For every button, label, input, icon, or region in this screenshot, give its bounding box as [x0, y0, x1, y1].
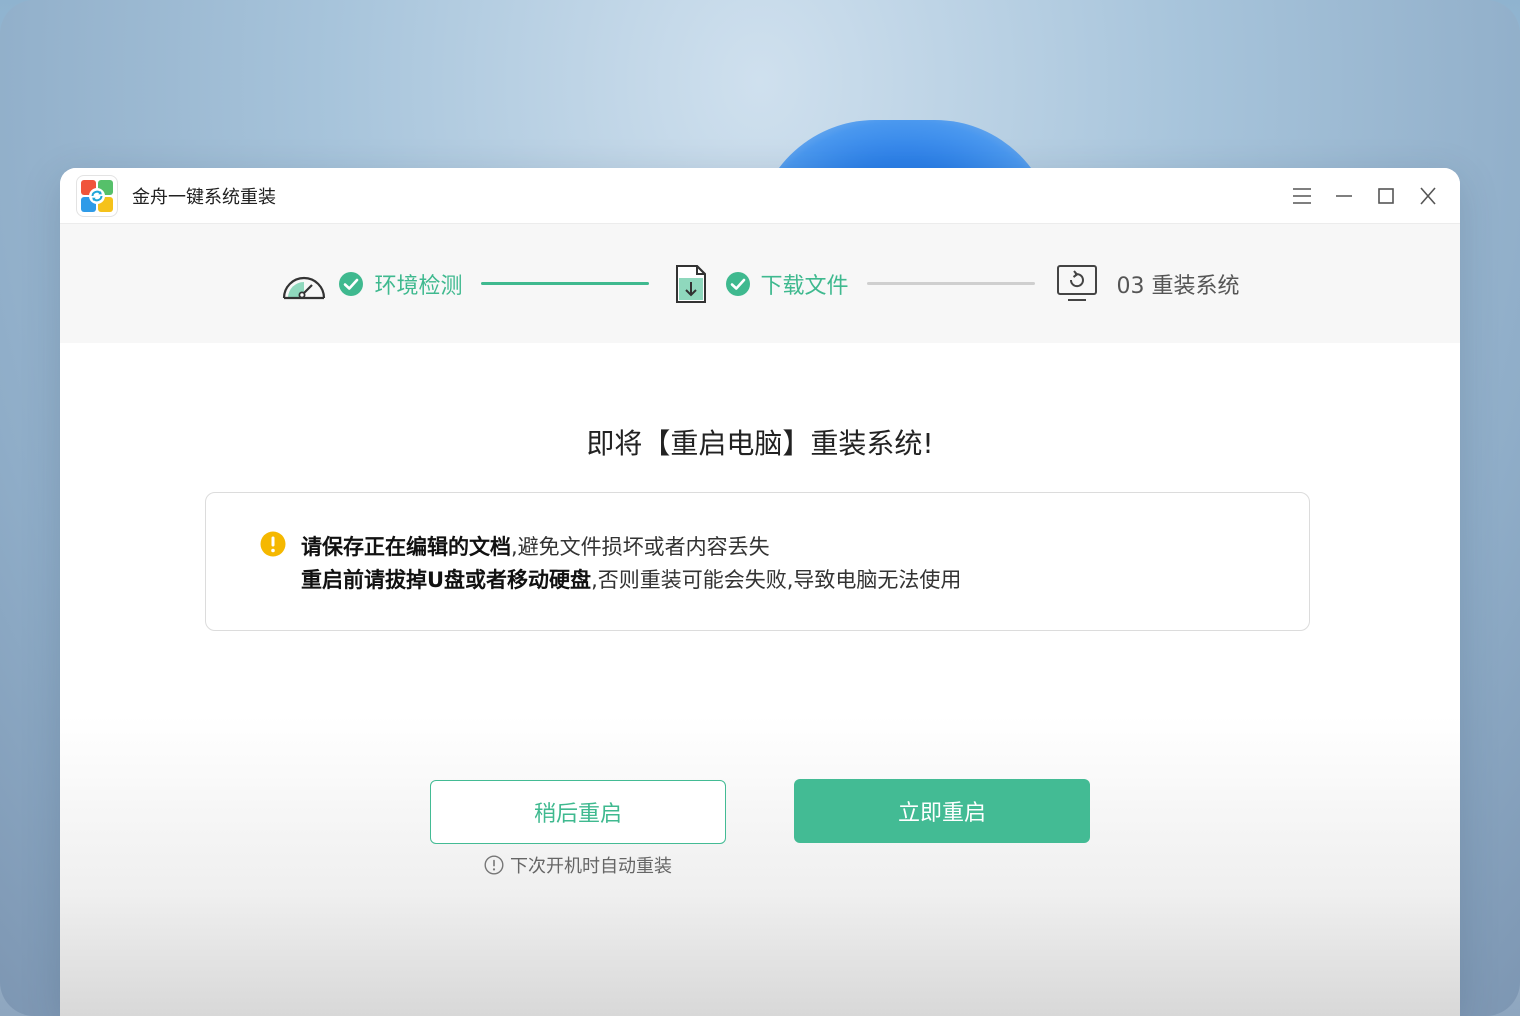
file-download-icon — [667, 262, 715, 306]
info-icon — [484, 855, 504, 875]
restart-later-hint: 下次开机时自动重装 — [484, 852, 672, 878]
app-title: 金舟一键系统重装 — [132, 186, 276, 208]
restart-now-button[interactable]: 立即重启 — [794, 779, 1090, 843]
page-headline: 即将【重启电脑】重装系统! — [586, 427, 934, 460]
check-circle-icon — [725, 271, 750, 296]
step-connector-2 — [866, 282, 1035, 285]
minimize-icon[interactable] — [1330, 182, 1358, 210]
step-label-download: 下载文件 — [760, 273, 849, 299]
warning-icon — [260, 531, 286, 557]
step-connector-1 — [480, 282, 649, 285]
notice-line-1-bold: 请保存正在编辑的文档 — [301, 535, 511, 559]
notice-line-1-rest: ,避免文件损坏或者内容丢失 — [511, 535, 770, 559]
app-logo-icon — [76, 174, 118, 217]
progress-steps: 环境检测 下载文件 03 重装系统 — [60, 224, 1460, 343]
step-reinstall-system: 03 重装系统 — [1053, 262, 1240, 306]
notice-line-2-rest: ,否则重装可能会失败,导致电脑无法使用 — [591, 568, 962, 592]
notice-line-1: 请保存正在编辑的文档,避免文件损坏或者内容丢失 — [301, 531, 770, 561]
restart-later-hint-text: 下次开机时自动重装 — [510, 856, 672, 877]
warning-notice: 请保存正在编辑的文档,避免文件损坏或者内容丢失 重启前请拔掉U盘或者移动硬盘,否… — [205, 492, 1310, 631]
speedometer-icon — [280, 262, 328, 306]
restart-later-button[interactable]: 稍后重启 — [430, 780, 726, 844]
step-environment-check: 环境检测 — [280, 262, 463, 306]
close-icon[interactable] — [1414, 182, 1442, 210]
bottom-fade — [60, 716, 1460, 1016]
step-label-reinstall: 03 重装系统 — [1116, 273, 1240, 299]
check-circle-icon — [339, 271, 364, 296]
step-download-files: 下载文件 — [667, 262, 849, 306]
step-label-environment: 环境检测 — [374, 273, 463, 299]
maximize-icon[interactable] — [1372, 182, 1400, 210]
app-window: 金舟一键系统重装 环境检测 下载文件 03 重装系统 即将【重启电脑】重装系统!… — [60, 168, 1460, 1016]
notice-line-2-bold: 重启前请拔掉U盘或者移动硬盘 — [301, 568, 592, 592]
title-bar: 金舟一键系统重装 — [60, 168, 1460, 224]
window-controls — [1288, 182, 1442, 210]
monitor-restart-icon — [1053, 262, 1101, 306]
menu-icon[interactable] — [1288, 182, 1316, 210]
notice-line-2: 重启前请拔掉U盘或者移动硬盘,否则重装可能会失败,导致电脑无法使用 — [301, 564, 961, 594]
